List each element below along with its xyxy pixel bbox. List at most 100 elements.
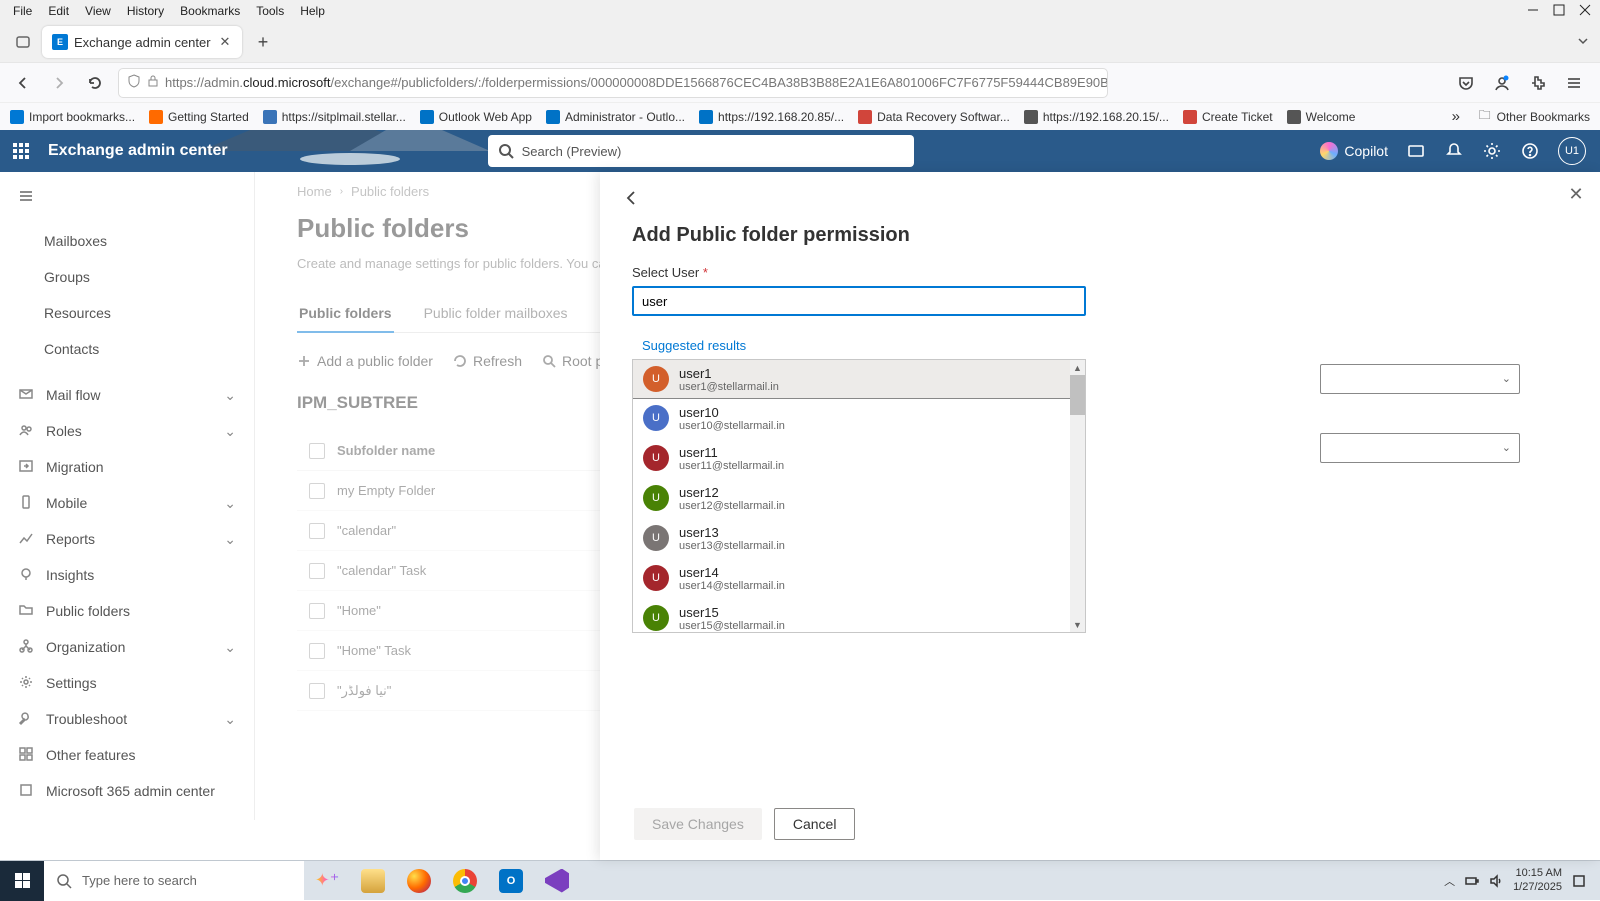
pocket-icon[interactable] [1456, 73, 1476, 93]
firefox-view-button[interactable] [10, 29, 36, 55]
taskbar-visualstudio-icon[interactable] [534, 861, 580, 901]
secondary-dropdown[interactable]: ⌄ [1320, 433, 1520, 463]
window-close-button[interactable] [1578, 3, 1592, 20]
menu-tools[interactable]: Tools [248, 2, 292, 20]
sidebar-item-label: Reports [46, 531, 95, 547]
taskbar-chrome-icon[interactable] [442, 861, 488, 901]
bookmark-item[interactable]: Data Recovery Softwar... [858, 110, 1010, 124]
sidebar-item[interactable]: Roles⌄ [0, 413, 254, 449]
bookmark-item[interactable]: Welcome [1287, 110, 1356, 124]
sidebar-item[interactable]: Public folders [0, 593, 254, 629]
bookmark-item[interactable]: Create Ticket [1183, 110, 1273, 124]
sidebar-item[interactable]: Mailboxes [0, 223, 254, 259]
suggestion-item[interactable]: Uuser15user15@stellarmail.in [633, 598, 1085, 633]
url-input[interactable]: https://admin.cloud.microsoft/exchange#/… [118, 68, 1108, 98]
sidebar-item[interactable]: Mobile⌄ [0, 485, 254, 521]
bookmark-item[interactable]: https://192.168.20.85/... [699, 110, 844, 124]
sidebar-item[interactable]: Settings [0, 665, 254, 701]
sidebar-item-icon [18, 566, 34, 585]
suggestion-item[interactable]: Uuser10user10@stellarmail.in [633, 398, 1085, 438]
suggestion-item[interactable]: Uuser1user1@stellarmail.in [632, 359, 1086, 399]
taskbar-outlook-icon[interactable]: O [488, 861, 534, 901]
sidebar-item[interactable]: Other features [0, 737, 254, 773]
panel-close-button[interactable]: ✕ [1566, 184, 1586, 204]
sidebar-item[interactable]: Reports⌄ [0, 521, 254, 557]
sidebar-item[interactable]: Mail flow⌄ [0, 377, 254, 413]
sidebar-item[interactable]: Contacts [0, 331, 254, 367]
suggestions-scrollbar[interactable]: ▲ ▼ [1070, 360, 1085, 632]
menu-history[interactable]: History [119, 2, 172, 20]
global-search-input[interactable]: Search (Preview) [488, 135, 914, 167]
scroll-down-button[interactable]: ▼ [1070, 617, 1085, 632]
suggestion-item[interactable]: Uuser13user13@stellarmail.in [633, 518, 1085, 558]
tabs-dropdown-button[interactable] [1576, 34, 1590, 51]
suggestion-name: user11 [679, 445, 784, 460]
sidebar-toggle-button[interactable] [0, 182, 254, 213]
nav-back-button[interactable] [10, 70, 36, 96]
new-tab-button[interactable]: + [250, 29, 276, 55]
browser-tab-active[interactable]: E Exchange admin center ✕ [42, 26, 242, 58]
scroll-up-button[interactable]: ▲ [1070, 360, 1085, 375]
menu-edit[interactable]: Edit [40, 2, 77, 20]
menu-help[interactable]: Help [292, 2, 333, 20]
suggestion-item[interactable]: Uuser12user12@stellarmail.in [633, 478, 1085, 518]
select-user-input[interactable] [632, 286, 1086, 316]
save-button[interactable]: Save Changes [634, 808, 762, 840]
sidebar-item-label: Contacts [44, 341, 99, 357]
copilot-button[interactable]: Copilot [1320, 142, 1388, 160]
window-maximize-button[interactable] [1552, 3, 1566, 20]
sidebar-item[interactable]: Resources [0, 295, 254, 331]
tray-volume-icon[interactable] [1489, 874, 1503, 888]
sidebar-item[interactable]: Migration [0, 449, 254, 485]
tray-battery-icon[interactable] [1465, 874, 1479, 888]
bookmark-favicon [263, 110, 277, 124]
search-icon [56, 873, 72, 889]
nav-reload-button[interactable] [82, 70, 108, 96]
permission-level-dropdown[interactable]: ⌄ [1320, 364, 1520, 394]
menu-file[interactable]: File [5, 2, 40, 20]
taskbar-firefox-icon[interactable] [396, 861, 442, 901]
bookmark-item[interactable]: Administrator - Outlo... [546, 110, 685, 124]
sidebar-item[interactable]: Microsoft 365 admin center [0, 773, 254, 809]
tray-chevron-icon[interactable]: ︿ [1444, 873, 1455, 889]
taskbar-copilot-icon[interactable]: ✦⁺ [304, 870, 350, 891]
bookmark-item[interactable]: Getting Started [149, 110, 249, 124]
taskbar-explorer-icon[interactable] [350, 861, 396, 901]
help-icon[interactable] [1520, 141, 1540, 161]
scroll-thumb[interactable] [1070, 375, 1085, 415]
panel-back-button[interactable] [618, 184, 646, 212]
taskbar-search-input[interactable]: Type here to search [44, 861, 304, 901]
account-icon[interactable] [1492, 73, 1512, 93]
settings-icon[interactable] [1482, 141, 1502, 161]
tab-close-button[interactable]: ✕ [218, 35, 232, 49]
app-launcher-button[interactable] [0, 130, 42, 172]
sidebar-item-icon [18, 782, 34, 801]
diagnostics-icon[interactable] [1406, 141, 1426, 161]
select-user-label: Select User * [632, 265, 1580, 280]
suggestion-item[interactable]: Uuser14user14@stellarmail.in [633, 558, 1085, 598]
window-minimize-button[interactable] [1526, 3, 1540, 20]
sidebar-item[interactable]: Insights [0, 557, 254, 593]
bookmark-item[interactable]: Outlook Web App [420, 110, 532, 124]
sidebar-item-label: Roles [46, 423, 82, 439]
cancel-button[interactable]: Cancel [774, 808, 856, 840]
extensions-icon[interactable] [1528, 73, 1548, 93]
tray-clock[interactable]: 10:15 AM 1/27/2025 [1513, 867, 1562, 893]
notifications-icon[interactable] [1444, 141, 1464, 161]
suggestion-item[interactable]: Uuser11user11@stellarmail.in [633, 438, 1085, 478]
menu-bookmarks[interactable]: Bookmarks [172, 2, 248, 20]
start-button[interactable] [0, 861, 44, 901]
menu-view[interactable]: View [77, 2, 119, 20]
bookmark-item[interactable]: Import bookmarks... [10, 110, 135, 124]
app-menu-icon[interactable] [1564, 73, 1584, 93]
sidebar-item[interactable]: Organization⌄ [0, 629, 254, 665]
nav-forward-button[interactable] [46, 70, 72, 96]
sidebar-item[interactable]: Groups [0, 259, 254, 295]
bookmark-item[interactable]: https://192.168.20.15/... [1024, 110, 1169, 124]
other-bookmarks-label[interactable]: Other Bookmarks [1497, 110, 1590, 124]
bookmark-overflow-icon[interactable]: » [1452, 108, 1460, 125]
tray-notifications-icon[interactable] [1572, 874, 1586, 888]
bookmark-item[interactable]: https://sitplmail.stellar... [263, 110, 406, 124]
user-avatar[interactable]: U1 [1558, 137, 1586, 165]
sidebar-item[interactable]: Troubleshoot⌄ [0, 701, 254, 737]
